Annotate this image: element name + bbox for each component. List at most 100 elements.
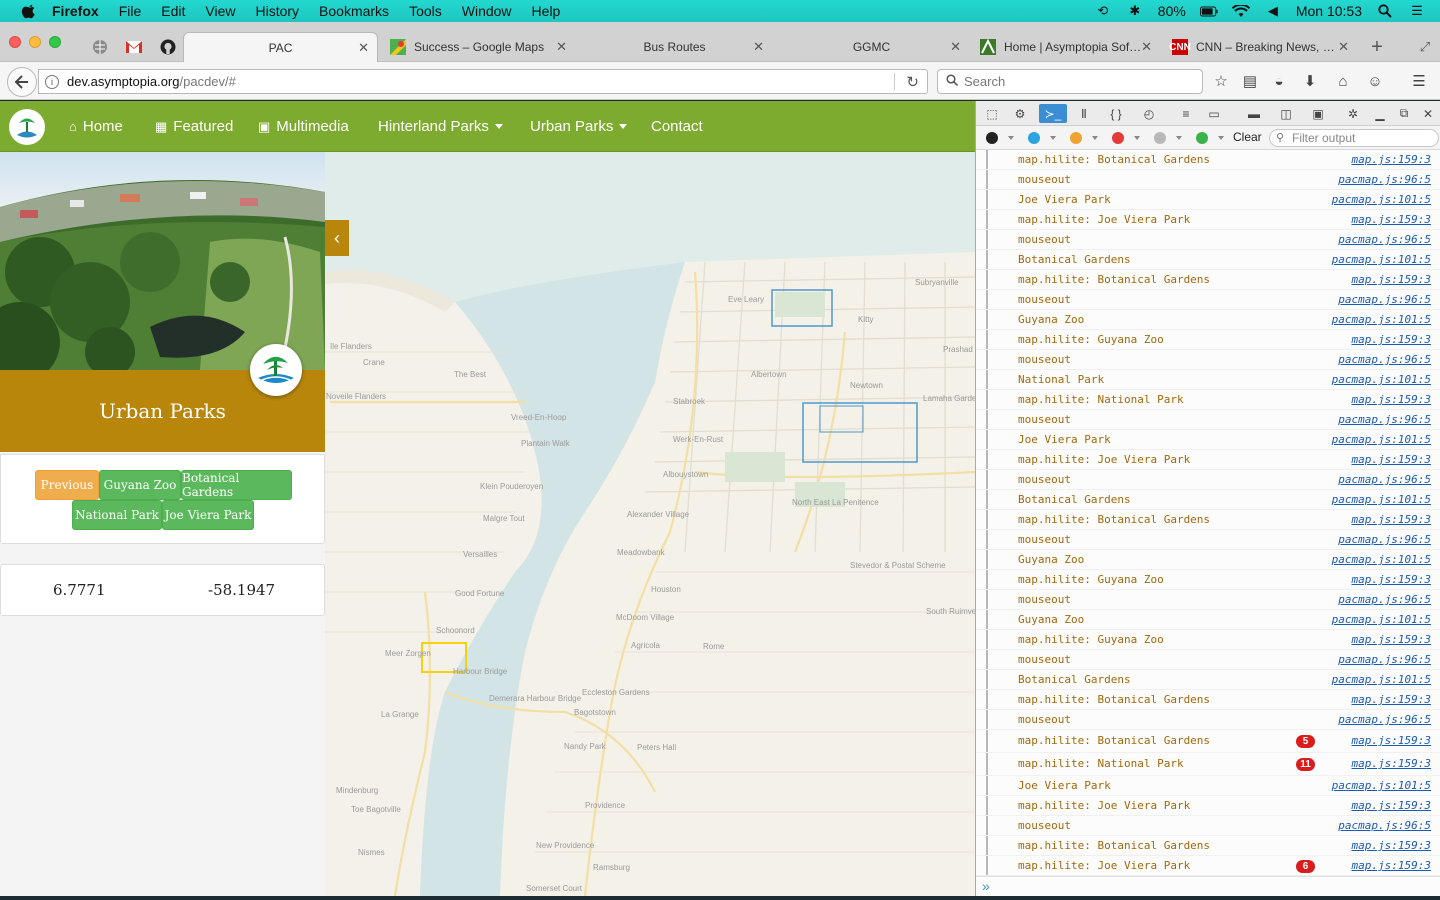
nav-home-link[interactable]: ⌂ Home (69, 101, 123, 152)
pinned-tab-github-icon[interactable] (159, 38, 177, 56)
tab-asymptopia[interactable]: Home | Asymptopia Sof… ✕ (970, 32, 1160, 62)
new-tab-plus-icon[interactable]: + (1368, 36, 1386, 58)
dropdown-arrow-icon[interactable] (1092, 136, 1098, 140)
guyana-zoo-button[interactable]: Guyana Zoo (99, 470, 181, 500)
tab-ggmc[interactable]: GGMC ✕ (774, 32, 969, 62)
downloads-icon[interactable]: ⬇ (1301, 72, 1319, 90)
nav-hinterland-dropdown[interactable]: Hinterland Parks (378, 101, 503, 152)
log-source-link[interactable]: pacmap.js:96:5 (1338, 473, 1431, 486)
menu-history[interactable]: History (255, 3, 299, 19)
tab-close-icon[interactable]: ✕ (1141, 39, 1152, 55)
pinned-tab-gmail-icon[interactable] (125, 38, 143, 56)
bluetooth-icon[interactable]: ✱ (1126, 3, 1144, 18)
tab-close-icon[interactable]: ✕ (950, 39, 961, 55)
menu-help[interactable]: Help (532, 3, 561, 19)
js-filter-icon[interactable] (1070, 132, 1082, 144)
log-source-link[interactable]: pacmap.js:101:5 (1332, 313, 1431, 326)
log-source-link[interactable]: map.js:159:3 (1352, 453, 1431, 466)
console-icon[interactable]: ≻_ (1039, 104, 1067, 123)
spotlight-icon[interactable] (1376, 4, 1394, 18)
dropdown-arrow-icon[interactable] (1050, 136, 1056, 140)
log-source-link[interactable]: pacmap.js:96:5 (1338, 353, 1431, 366)
log-source-link[interactable]: pacmap.js:96:5 (1338, 533, 1431, 546)
log-source-link[interactable]: pacmap.js:101:5 (1332, 553, 1431, 566)
log-source-link[interactable]: pacmap.js:96:5 (1338, 173, 1431, 186)
hello-icon[interactable]: ☺ (1366, 72, 1384, 90)
tab-close-icon[interactable]: ✕ (753, 39, 764, 55)
screenshot-icon[interactable]: ▣ (1308, 104, 1328, 123)
log-source-link[interactable]: pacmap.js:101:5 (1332, 193, 1431, 206)
volume-icon[interactable]: ◀︎ (1264, 3, 1282, 18)
dock-window-icon[interactable]: ⧉ (1394, 104, 1414, 123)
tab-cnn[interactable]: CNN CNN – Breaking News, … ✕ (1162, 32, 1357, 62)
console-clear-button[interactable]: Clear (1233, 130, 1262, 144)
log-source-link[interactable]: map.js:159:3 (1352, 333, 1431, 346)
apple-icon[interactable] (20, 2, 38, 20)
nav-contact-link[interactable]: Contact (651, 101, 703, 152)
menu-tools[interactable]: Tools (409, 3, 442, 19)
devtools-settings-icon[interactable]: ✲ (1343, 104, 1363, 123)
map-canvas[interactable]: Subryanville Eve Leary Kitty Prashad Alb… (325, 152, 975, 896)
log-source-link[interactable]: map.js:159:3 (1352, 693, 1431, 706)
menu-bookmarks[interactable]: Bookmarks (319, 3, 389, 19)
menu-view[interactable]: View (205, 3, 235, 19)
dropdown-arrow-icon[interactable] (1008, 136, 1014, 140)
log-source-link[interactable]: map.js:159:3 (1352, 153, 1431, 166)
reload-icon[interactable]: ↻ (906, 73, 919, 91)
log-source-link[interactable]: pacmap.js:96:5 (1338, 233, 1431, 246)
pocket-icon[interactable]: ◒ (1270, 72, 1288, 90)
tab-close-icon[interactable]: ✕ (358, 40, 369, 56)
console-input[interactable]: » (976, 876, 1440, 896)
time-machine-icon[interactable]: ⟲ (1094, 3, 1112, 18)
log-source-link[interactable]: pacmap.js:101:5 (1332, 493, 1431, 506)
reading-list-icon[interactable]: ▤ (1241, 72, 1259, 90)
dropdown-arrow-icon[interactable] (1218, 136, 1224, 140)
hamburger-menu-icon[interactable]: ☰ (1410, 72, 1428, 90)
back-button[interactable] (7, 67, 37, 97)
window-close-button[interactable] (9, 36, 21, 48)
log-source-link[interactable]: map.js:159:3 (1352, 839, 1431, 852)
log-source-link[interactable]: pacmap.js:101:5 (1332, 433, 1431, 446)
security-filter-icon[interactable] (1112, 132, 1124, 144)
pinned-tab-globe-icon[interactable] (91, 38, 109, 56)
site-logo-icon[interactable] (9, 109, 45, 145)
filter-output-input[interactable]: ⚲ Filter output (1269, 129, 1439, 147)
devtools-close-icon[interactable]: ✕ (1418, 104, 1438, 123)
performance-icon[interactable]: ◴ (1139, 104, 1159, 123)
menu-file[interactable]: File (119, 3, 142, 19)
fullscreen-icon[interactable]: ⤢ (1416, 38, 1434, 56)
log-source-link[interactable]: pacmap.js:101:5 (1332, 253, 1431, 266)
collapse-panel-chevron-icon[interactable]: ‹ (325, 220, 349, 256)
botanical-gardens-button[interactable]: Botanical Gardens (181, 470, 292, 500)
menu-window[interactable]: Window (462, 3, 512, 19)
national-park-button[interactable]: National Park (72, 500, 162, 530)
log-source-link[interactable]: map.js:159:3 (1352, 213, 1431, 226)
menubar-clock[interactable]: Mon 10:53 (1296, 3, 1362, 19)
dock-bottom-icon[interactable]: ▁ (1370, 104, 1390, 123)
window-minimize-button[interactable] (29, 36, 41, 48)
css-filter-icon[interactable] (1028, 132, 1040, 144)
menu-app-name[interactable]: Firefox (52, 3, 99, 19)
log-source-link[interactable]: map.js:159:3 (1352, 633, 1431, 646)
log-source-link[interactable]: pacmap.js:96:5 (1338, 819, 1431, 832)
search-bar[interactable]: Search (937, 69, 1203, 94)
server-filter-icon[interactable] (1196, 132, 1208, 144)
window-zoom-button[interactable] (49, 36, 61, 48)
responsive-design-icon[interactable]: ▭ (1204, 104, 1224, 123)
net-filter-icon[interactable] (986, 132, 998, 144)
bookmark-star-icon[interactable]: ☆ (1212, 72, 1230, 90)
log-source-link[interactable]: pacmap.js:101:5 (1332, 779, 1431, 792)
previous-button[interactable]: Previous (35, 470, 99, 500)
log-source-link[interactable]: map.js:159:3 (1352, 393, 1431, 406)
logging-filter-icon[interactable] (1154, 132, 1166, 144)
debugger-icon[interactable]: Ⅱ (1074, 104, 1094, 123)
log-source-link[interactable]: pacmap.js:96:5 (1338, 593, 1431, 606)
site-info-icon[interactable]: i (45, 74, 59, 89)
tab-bus-routes[interactable]: Bus Routes ✕ (577, 32, 772, 62)
dropdown-arrow-icon[interactable] (1134, 136, 1140, 140)
network-icon[interactable]: ≡ (1176, 104, 1196, 123)
3d-view-icon[interactable]: ◫ (1276, 104, 1296, 123)
log-source-link[interactable]: pacmap.js:96:5 (1338, 293, 1431, 306)
log-source-link[interactable]: pacmap.js:96:5 (1338, 413, 1431, 426)
log-source-link[interactable]: pacmap.js:96:5 (1338, 713, 1431, 726)
